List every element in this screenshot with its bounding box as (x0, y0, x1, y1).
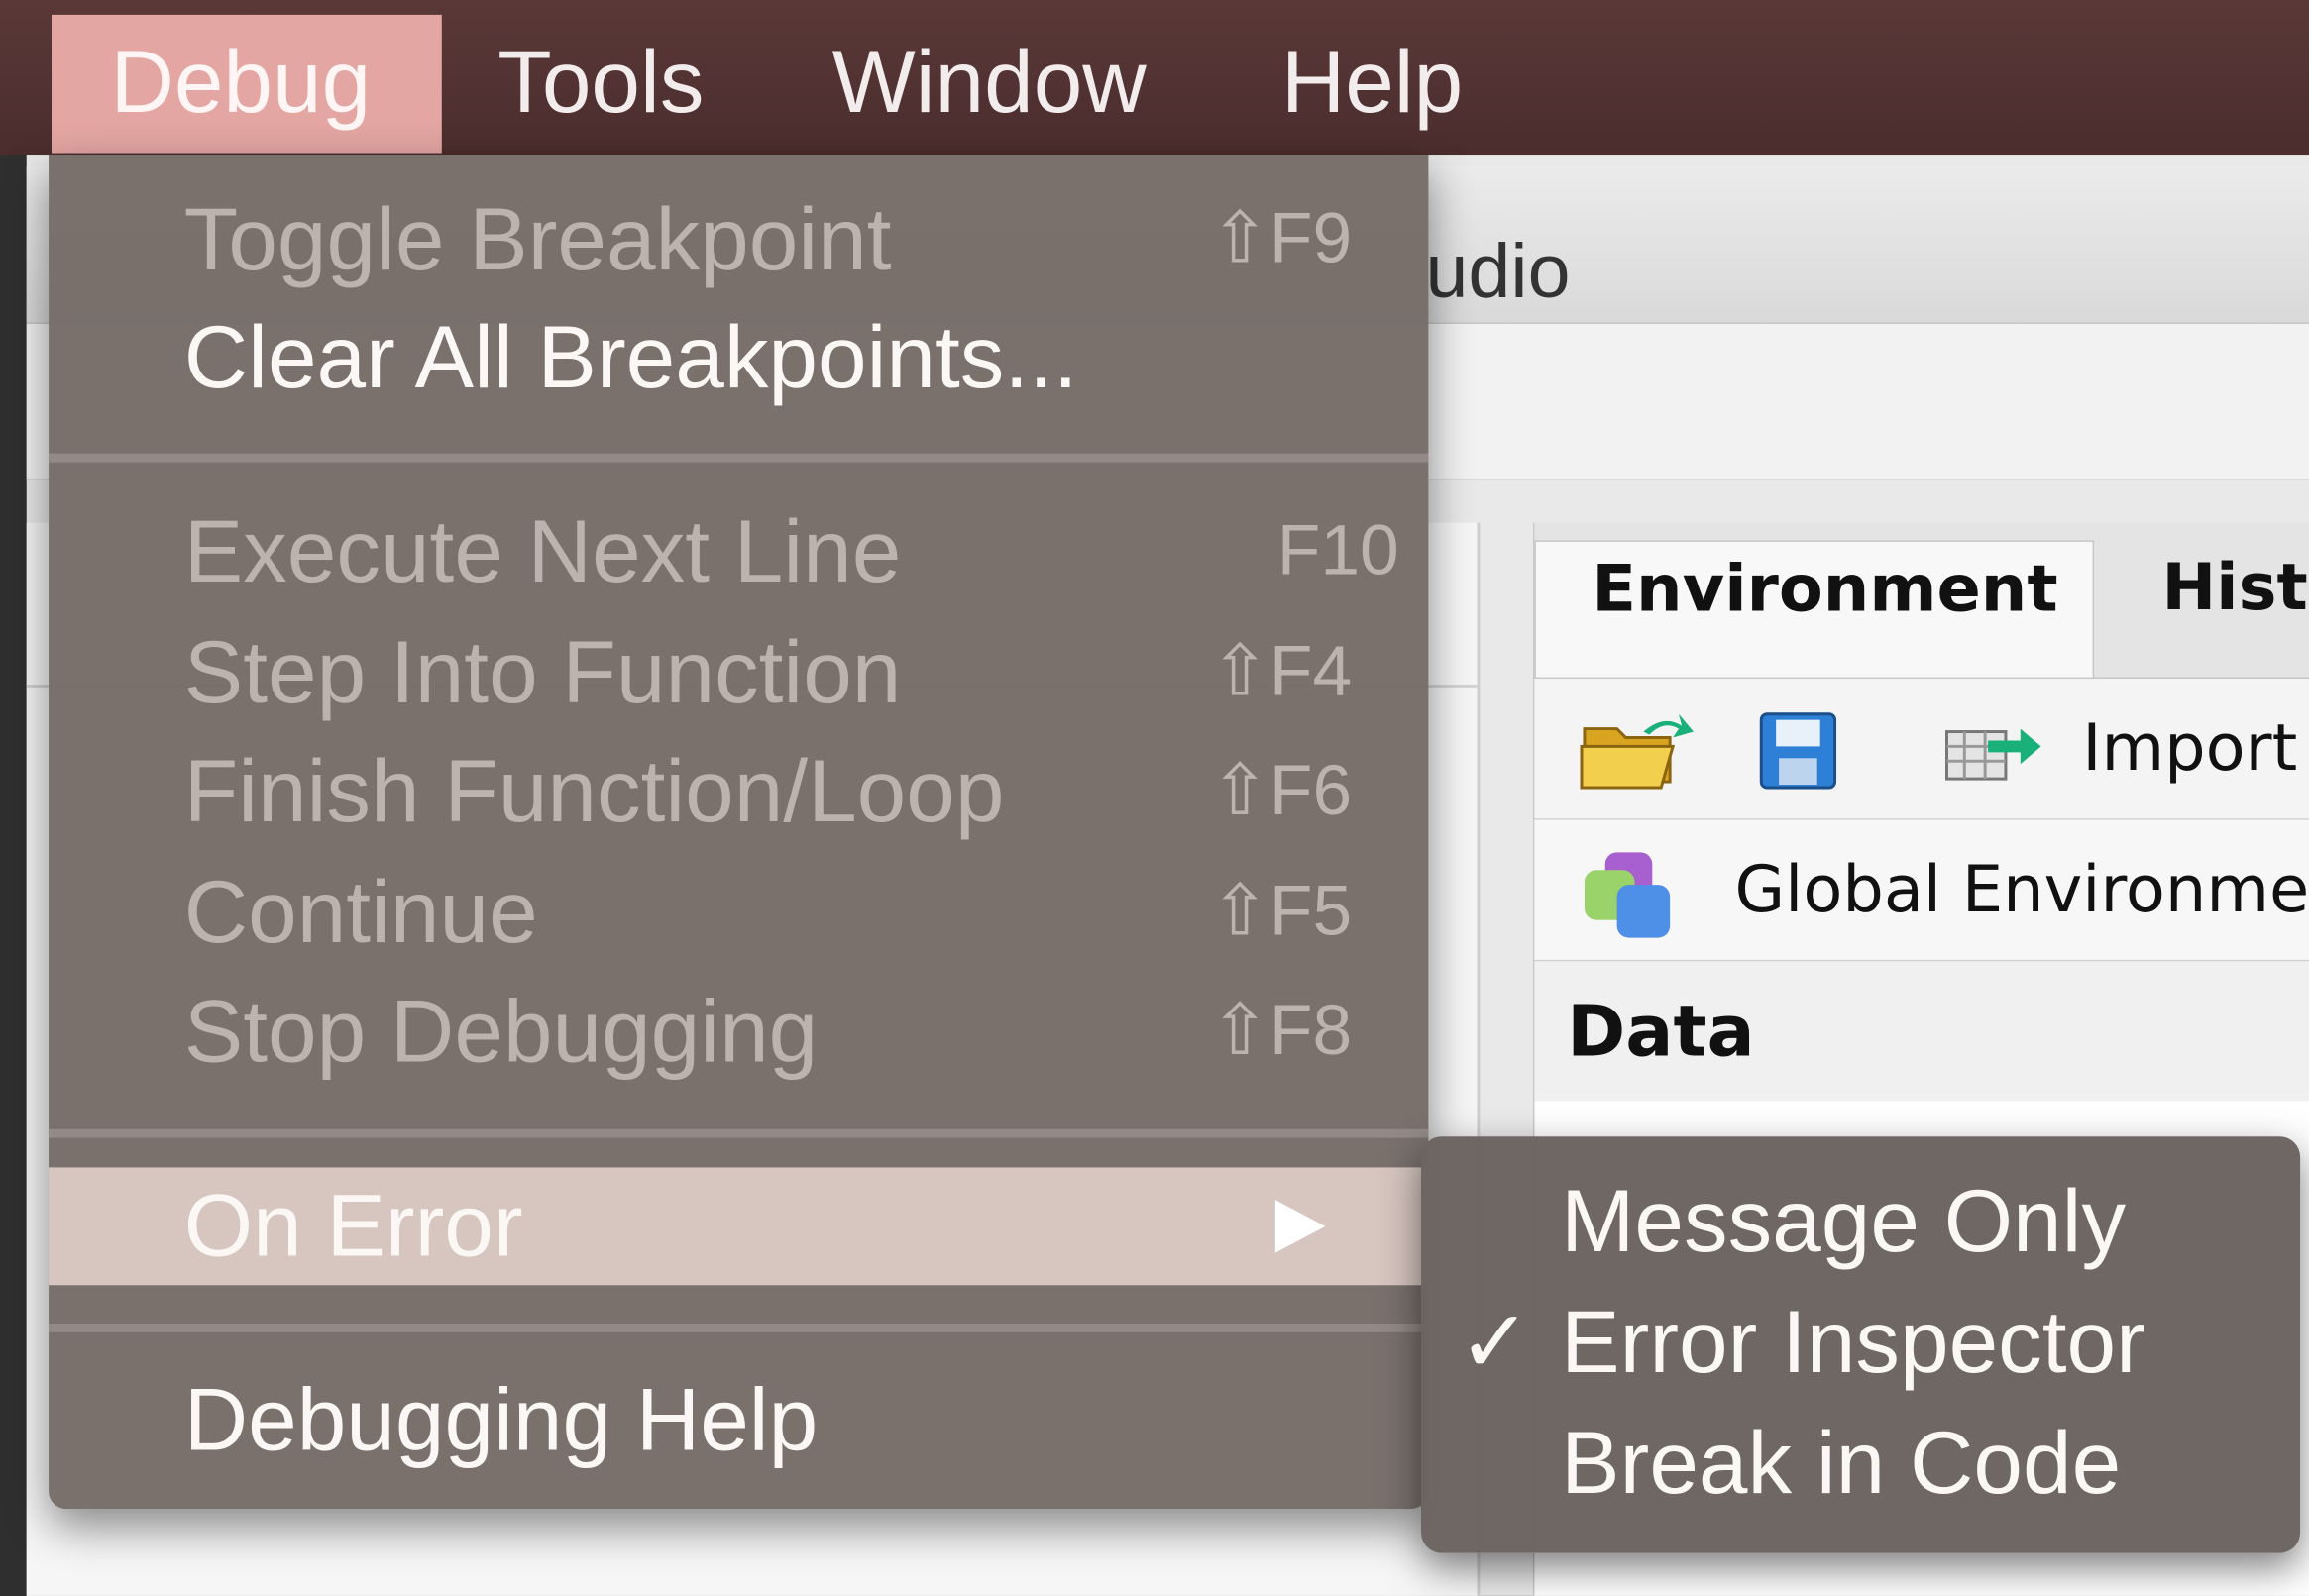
menu-separator (49, 1323, 1429, 1332)
menu-item-stop-debugging[interactable]: Stop Debugging ⇧F8 (49, 973, 1428, 1091)
shortcut-label: F10 (1276, 512, 1399, 590)
menu-separator (49, 453, 1429, 463)
menu-item-step-into-function[interactable]: Step Into Function ⇧F4 (49, 614, 1428, 732)
submenu-item-label: Message Only (1561, 1171, 2127, 1271)
environment-scope-selector[interactable]: Global Environmen (1534, 819, 2309, 962)
submenu-item-message-only[interactable]: Message Only (1421, 1163, 2300, 1281)
menu-item-label: Finish Function/Loop (183, 741, 1005, 841)
shortcut-label: ⇧F4 (1210, 632, 1353, 711)
debug-dropdown-menu: Toggle Breakpoint ⇧F9 Clear All Breakpoi… (49, 155, 1429, 1510)
menu-item-label: Debugging Help (183, 1370, 819, 1470)
environment-tabbar: Environment Histo (1534, 522, 2309, 680)
menu-item-label: Step Into Function (183, 622, 902, 722)
submenu-item-error-inspector[interactable]: ✓ Error Inspector (1421, 1284, 2300, 1402)
menu-item-label: Continue (183, 862, 538, 962)
menu-item-label: Toggle Breakpoint (183, 189, 892, 289)
tab-history[interactable]: Histo (2136, 540, 2309, 677)
screen: udio Environment Histo (0, 0, 2309, 1596)
save-icon[interactable] (1758, 711, 1837, 791)
tab-environment[interactable]: Environment (1534, 540, 2095, 678)
submenu-item-break-in-code[interactable]: Break in Code (1421, 1405, 2300, 1523)
on-error-submenu: Message Only ✓ Error Inspector Break in … (1420, 1136, 2301, 1553)
submenu-item-label: Break in Code (1561, 1413, 2122, 1513)
environment-scope-label: Global Environmen (1734, 852, 2309, 928)
submenu-item-label: Error Inspector (1561, 1292, 2145, 1392)
menu-item-debugging-help[interactable]: Debugging Help (49, 1362, 1428, 1480)
menu-tools[interactable]: Tools (497, 15, 704, 154)
menu-item-label: On Error (183, 1176, 523, 1275)
menu-separator (49, 1128, 1429, 1138)
import-dataset-label[interactable]: Import (2082, 711, 2297, 787)
menu-item-on-error[interactable]: On Error (49, 1167, 1429, 1286)
shortcut-label: ⇧F5 (1210, 873, 1353, 951)
open-folder-icon[interactable] (1579, 708, 1697, 794)
data-section-label: Data (1567, 991, 1755, 1074)
environment-icon (1584, 852, 1671, 938)
menu-debug[interactable]: Debug (52, 14, 442, 154)
submenu-arrow-icon (1274, 1200, 1326, 1253)
menu-item-finish-function-loop[interactable]: Finish Function/Loop ⇧F6 (49, 733, 1428, 851)
menu-item-label: Clear All Breakpoints... (183, 307, 1078, 407)
menu-item-execute-next-line[interactable]: Execute Next Line F10 (49, 493, 1428, 611)
shortcut-label: ⇧F8 (1210, 992, 1353, 1071)
menu-window[interactable]: Window (832, 15, 1147, 154)
environment-toolbar: Import (1534, 679, 2309, 820)
menu-item-clear-all-breakpoints[interactable]: Clear All Breakpoints... (49, 299, 1428, 417)
menu-item-continue[interactable]: Continue ⇧F5 (49, 854, 1428, 972)
shortcut-label: ⇧F9 (1210, 200, 1353, 278)
menu-item-label: Execute Next Line (183, 501, 902, 601)
checkmark-icon: ✓ (1458, 1292, 1532, 1392)
menu-item-toggle-breakpoint[interactable]: Toggle Breakpoint ⇧F9 (49, 181, 1428, 299)
menu-bar: Debug Tools Window Help (0, 0, 2309, 156)
window-title: udio (1425, 229, 1571, 316)
menu-help[interactable]: Help (1281, 15, 1463, 154)
menu-item-label: Stop Debugging (183, 982, 819, 1081)
data-section-header: Data (1534, 961, 2309, 1102)
import-dataset-icon[interactable] (1944, 720, 2041, 785)
shortcut-label: ⇧F6 (1210, 752, 1353, 831)
